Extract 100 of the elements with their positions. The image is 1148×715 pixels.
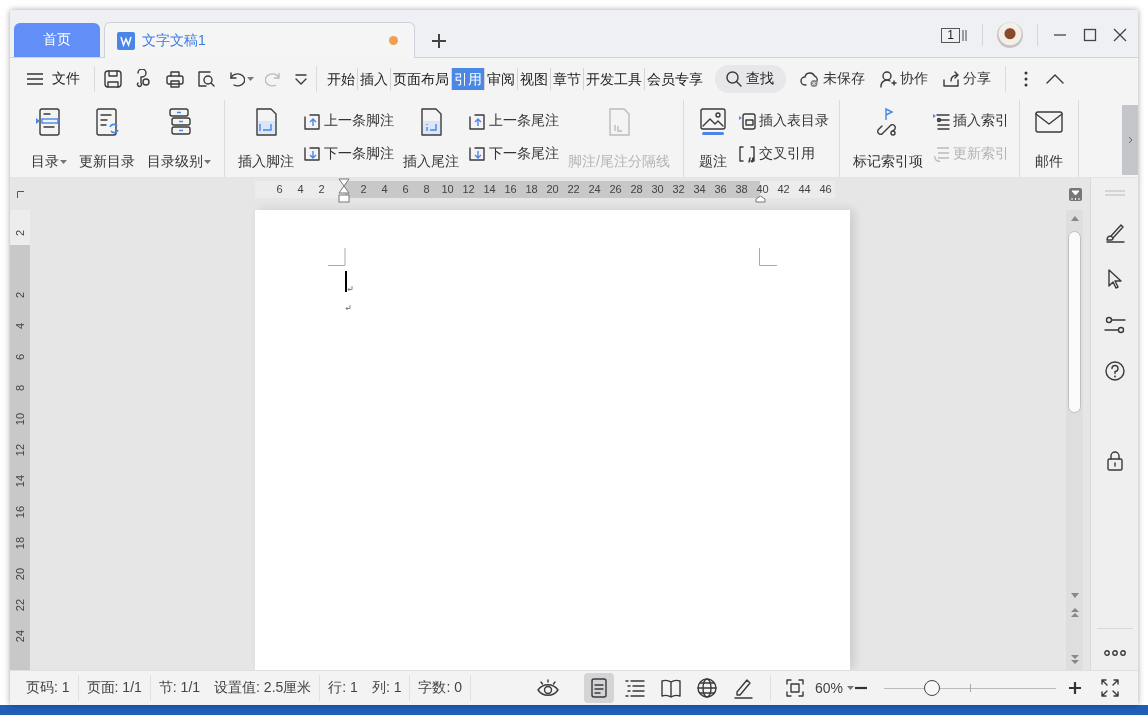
status-text: 列: 1	[371, 679, 402, 697]
save-icon[interactable]	[103, 69, 123, 89]
ribbon-button[interactable]: 更新目录	[76, 104, 138, 171]
toolbar-button[interactable]: 未保存	[800, 70, 865, 88]
ribbon-tab[interactable]: 审阅	[485, 68, 518, 90]
ribbon-button[interactable]: 上一条脚注	[303, 111, 394, 130]
writing-view-icon	[731, 677, 754, 699]
grip-icon	[1103, 190, 1126, 196]
zoom-dropdown[interactable]: 60%	[814, 680, 854, 696]
search-button[interactable]: 查找	[715, 65, 786, 93]
print-preview-icon[interactable]	[196, 69, 216, 89]
scroll-down-icon[interactable]	[1070, 593, 1079, 598]
ruler-number: 24	[14, 629, 26, 642]
close-icon[interactable]	[1112, 27, 1128, 43]
fullscreen-icon[interactable]	[1100, 678, 1120, 698]
ribbon-button[interactable]: 插入尾注	[400, 104, 462, 171]
ruler-number: 2	[318, 182, 325, 197]
view-button[interactable]	[583, 673, 614, 703]
status-text: 行: 1	[328, 679, 358, 697]
down-arrow-box-icon	[303, 145, 321, 164]
ribbon-button[interactable]: 目录级别	[144, 104, 214, 171]
toolbar-button[interactable]: 分享	[942, 70, 991, 88]
sliders-icon[interactable]	[1103, 315, 1126, 335]
web-view-icon	[695, 677, 718, 699]
more-icon[interactable]	[1024, 71, 1028, 87]
print-icon[interactable]	[165, 69, 185, 89]
share-icon	[942, 70, 960, 88]
caret-icon	[60, 159, 67, 165]
vertical-scrollbar[interactable]	[1066, 210, 1083, 670]
ribbon-button[interactable]: 标记索引项	[849, 104, 926, 171]
scrollbar-thumb[interactable]	[1068, 231, 1081, 413]
status-text: 页面: 1/1	[86, 679, 142, 697]
ruler-number: 22	[14, 598, 26, 611]
right-indent-marker-icon[interactable]	[755, 195, 766, 203]
indent-marker-icon[interactable]	[338, 178, 350, 203]
status-text: 页码: 1	[26, 679, 70, 697]
previous-page-icon[interactable]	[1070, 608, 1079, 617]
zoom-in-icon[interactable]	[1068, 681, 1082, 695]
ruler-number: 10	[14, 412, 26, 425]
toolbar-button[interactable]: 协作	[879, 70, 928, 88]
eye-protection-icon[interactable]	[535, 678, 560, 698]
customize-dropdown-icon[interactable]	[294, 73, 308, 85]
ribbon-button[interactable]: 插入表目录	[737, 111, 829, 130]
ribbon-tab[interactable]: 会员专享	[645, 68, 705, 90]
ribbon-tab[interactable]: 视图	[518, 68, 551, 90]
next-page-icon[interactable]	[1070, 655, 1079, 664]
ruler-number: 4	[14, 322, 26, 329]
ribbon-tab[interactable]: 开发工具	[584, 68, 645, 90]
ribbon-button[interactable]: 交叉引用	[737, 145, 829, 164]
plus-icon[interactable]	[431, 33, 447, 49]
ribbon-button[interactable]: 目录	[28, 104, 70, 171]
ribbon-tab[interactable]: 开始	[325, 68, 358, 90]
ribbon-button[interactable]: 下一条脚注	[303, 145, 394, 164]
undo-icon[interactable]	[227, 70, 245, 88]
fit-page-icon[interactable]	[784, 678, 805, 698]
ribbon-tab[interactable]: 插入	[358, 68, 391, 90]
corner-mark-icon	[328, 248, 346, 266]
help-icon[interactable]	[1103, 360, 1126, 382]
ribbon-tab[interactable]: 章节	[551, 68, 584, 90]
ruler-number: 38	[735, 182, 748, 197]
ruler-number: 6	[276, 182, 283, 197]
ruler-toggle-icon[interactable]	[1069, 187, 1082, 201]
ruler-number: 34	[693, 182, 706, 197]
ruler-number: 4	[381, 182, 388, 197]
list-refresh-icon	[931, 145, 950, 164]
ruler-number: 24	[588, 182, 601, 197]
ruler-number: 8	[14, 384, 26, 391]
chevron-right-icon	[1127, 136, 1133, 144]
tab-stop-icon[interactable]	[16, 190, 24, 198]
ribbon-button[interactable]: 下一条尾注	[468, 145, 559, 164]
ruler-number: 6	[402, 182, 409, 197]
file-menu-button[interactable]: 文件	[26, 70, 86, 88]
ribbon-button[interactable]: 题注	[693, 104, 732, 171]
ruler-number: 12	[462, 182, 475, 197]
brush-icon[interactable]	[1103, 221, 1126, 243]
ruler-number: 2	[14, 229, 26, 236]
ribbon-button[interactable]: 邮件	[1029, 104, 1068, 171]
collapse-icon[interactable]	[1046, 74, 1064, 84]
more-icon[interactable]	[1103, 650, 1126, 656]
slider-thumb[interactable]	[924, 680, 941, 696]
lock-icon[interactable]	[1105, 450, 1124, 472]
ribbon-button[interactable]: 插入脚注	[235, 104, 297, 171]
ribbon-tab[interactable]: 引用	[452, 68, 485, 90]
caret-icon	[847, 685, 854, 691]
scroll-up-icon[interactable]	[1070, 216, 1079, 221]
corner-mark-icon	[759, 248, 777, 266]
add-user-icon	[879, 70, 897, 88]
maximize-icon[interactable]	[1082, 27, 1098, 43]
ribbon-button[interactable]: 插入索引	[931, 111, 1009, 130]
ruler-number: 14	[483, 182, 496, 197]
text-cursor-icon	[345, 271, 347, 292]
ruler-number: 2	[14, 291, 26, 298]
ribbon-button[interactable]: 上一条尾注	[468, 111, 559, 130]
ruler-number: 20	[14, 567, 26, 580]
avatar-icon[interactable]	[997, 22, 1023, 48]
search-icon	[725, 70, 743, 88]
stack-lines-icon	[962, 28, 968, 42]
paragraph-mark-icon	[347, 286, 353, 292]
list-icon	[931, 111, 950, 130]
tab[interactable]: 文字文稿1	[104, 22, 415, 58]
